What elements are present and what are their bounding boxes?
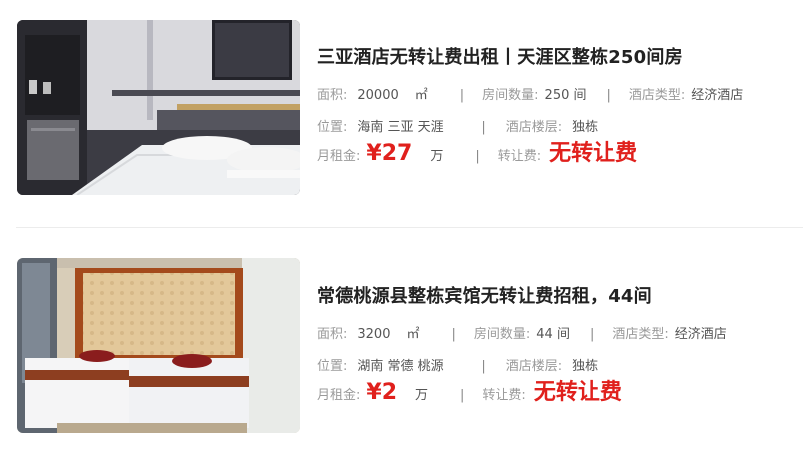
area-value: 20000 [357, 88, 399, 103]
location-value: 湖南 常德 桃源 [357, 359, 444, 374]
listing-card[interactable]: 常德桃源县整栋宾馆无转让费招租，44间 面积: 3200 ㎡ | 房间数量: 4… [0, 229, 803, 457]
floor-value: 独栋 [572, 359, 599, 374]
listing-title[interactable]: 常德桃源县整栋宾馆无转让费招租，44间 [317, 283, 803, 311]
listings-page: 三亚酒店无转让费出租丨天涯区整栋250间房 面积: 20000 ㎡ | 房间数量… [0, 0, 803, 457]
rent-label: 月租金: [317, 149, 361, 164]
listing-title[interactable]: 三亚酒店无转让费出租丨天涯区整栋250间房 [317, 44, 803, 72]
type-value: 经济酒店 [674, 327, 727, 342]
hotel-room-photo-icon [17, 258, 300, 433]
rent-unit: 万 [430, 149, 444, 164]
price-row: 月租金: ¥2 万 | 转让费: 无转让费 [317, 382, 803, 407]
rooms-value: 44 间 [536, 327, 570, 342]
hotel-room-photo-icon [17, 20, 300, 195]
separator: | [451, 327, 456, 342]
listing-info: 三亚酒店无转让费出租丨天涯区整栋250间房 面积: 20000 ㎡ | 房间数量… [317, 44, 803, 168]
location-value: 海南 三亚 天涯 [357, 120, 444, 135]
separator: | [589, 327, 595, 342]
separator: | [475, 149, 480, 164]
type-label: 酒店类型: [612, 327, 669, 342]
location-row: 位置: 湖南 常德 桃源 | 酒店楼层: 独栋 [317, 356, 803, 378]
listing-thumbnail[interactable] [17, 258, 300, 433]
rent-value: ¥2 [366, 380, 398, 405]
location-label: 位置: [317, 359, 348, 374]
floor-value: 独栋 [572, 120, 599, 135]
transfer-label: 转让费: [497, 149, 542, 164]
listing-info: 常德桃源县整栋宾馆无转让费招租，44间 面积: 3200 ㎡ | 房间数量: 4… [317, 283, 803, 407]
rent-unit: 万 [415, 388, 429, 403]
area-value: 3200 [357, 327, 391, 342]
separator: | [481, 120, 486, 135]
rooms-label: 房间数量: [482, 88, 539, 103]
location-row: 位置: 海南 三亚 天涯 | 酒店楼层: 独栋 [317, 117, 803, 139]
separator: | [459, 88, 465, 103]
rooms-value: 250 间 [544, 88, 587, 103]
type-label: 酒店类型: [628, 88, 686, 103]
separator: | [481, 359, 486, 374]
location-label: 位置: [317, 120, 348, 135]
floor-label: 酒店楼层: [505, 120, 563, 135]
transfer-value: 无转让费 [549, 141, 638, 166]
rent-value: ¥27 [366, 141, 413, 166]
price-row: 月租金: ¥27 万 | 转让费: 无转让费 [317, 143, 803, 168]
specs-row: 面积: 3200 ㎡ | 房间数量: 44 间 | 酒店类型: 经济酒店 [317, 324, 803, 346]
separator: | [460, 388, 465, 403]
area-label: 面积: [317, 327, 348, 342]
area-label: 面积: [317, 88, 348, 103]
specs-row: 面积: 20000 ㎡ | 房间数量: 250 间 | 酒店类型: 经济酒店 [317, 85, 803, 107]
listing-thumbnail[interactable] [17, 20, 300, 195]
rooms-label: 房间数量: [473, 327, 531, 342]
transfer-value: 无转让费 [533, 380, 622, 405]
divider [16, 227, 803, 228]
area-unit: ㎡ [414, 88, 428, 103]
floor-label: 酒店楼层: [505, 359, 563, 374]
rent-label: 月租金: [317, 388, 361, 403]
transfer-label: 转让费: [482, 388, 526, 403]
type-value: 经济酒店 [691, 88, 744, 103]
area-unit: ㎡ [406, 327, 420, 342]
listing-card[interactable]: 三亚酒店无转让费出租丨天涯区整栋250间房 面积: 20000 ㎡ | 房间数量… [0, 0, 803, 228]
separator: | [606, 88, 611, 103]
